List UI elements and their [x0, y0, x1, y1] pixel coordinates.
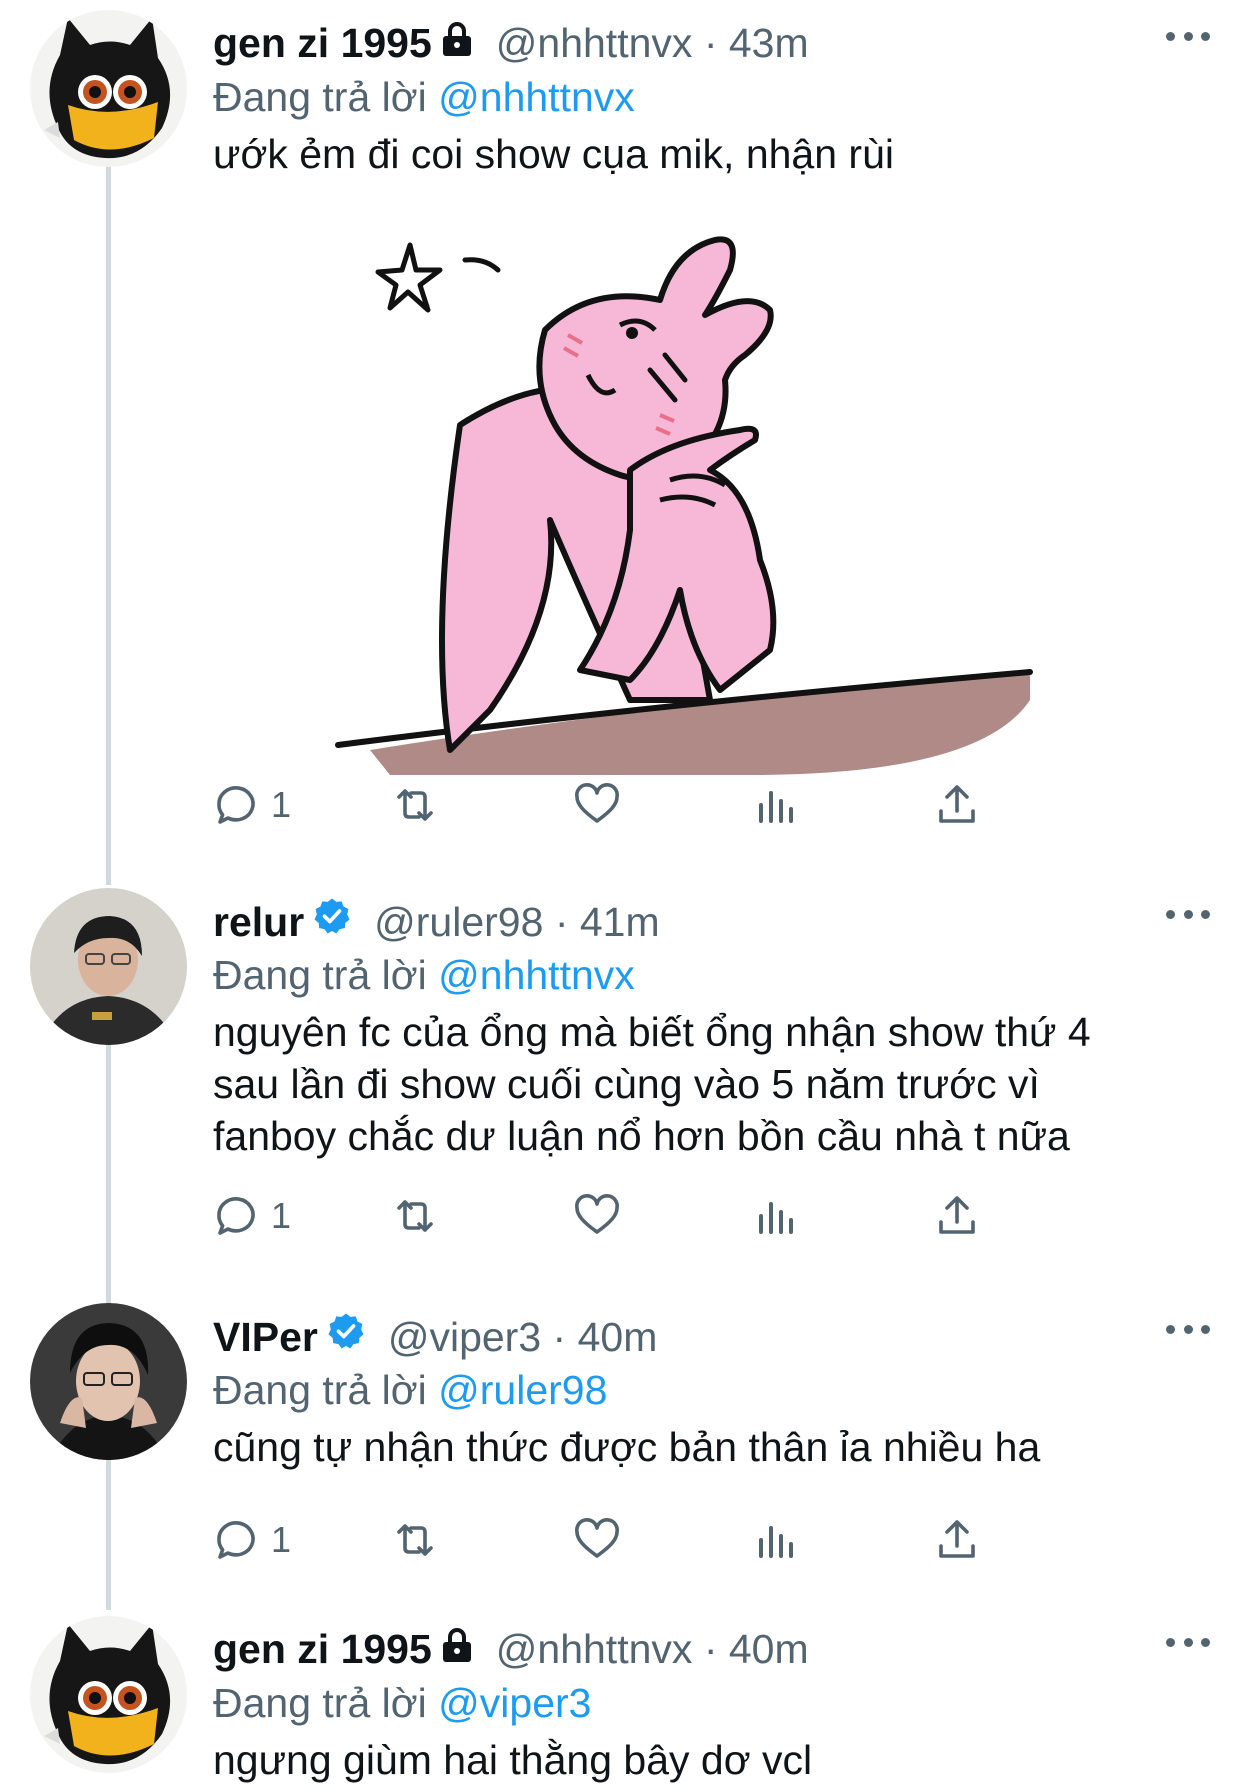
reply-button[interactable]: 1	[213, 780, 291, 830]
replying-prefix: Đang trả lời	[213, 74, 427, 120]
handle-time: @nhhttnvx · 40m	[496, 1624, 809, 1674]
share-icon	[939, 1520, 975, 1558]
like-icon	[575, 1518, 619, 1558]
share-button[interactable]	[933, 1191, 981, 1241]
display-name[interactable]: gen zi 1995	[213, 1624, 432, 1674]
replying-prefix: Đang trả lời	[213, 1367, 427, 1413]
reply-count: 1	[271, 1195, 292, 1236]
avatar[interactable]	[30, 10, 187, 167]
tweet-header: VIPer @viper3 · 40m	[213, 1311, 657, 1362]
tweet-text: cũng tự nhận thức được bản thân ỉa nhiều…	[213, 1424, 1041, 1470]
tweet[interactable]: VIPer @viper3 · 40m Đang trả lời @ruler9…	[0, 1303, 1242, 1593]
handle[interactable]: @nhhttnvx	[496, 1626, 693, 1672]
retweet-button[interactable]	[391, 1191, 439, 1241]
tweet-header: gen zi 1995 @nhhttnvx · 40m	[213, 1624, 809, 1674]
tweet-text-line: sau lần đi show cuối cùng vào 5 năm trướ…	[213, 1061, 1040, 1107]
replying-to: Đang trả lời @viper3	[213, 1678, 591, 1728]
tweet-text-line: fanboy chắc dư luận nổ hơn bồn cầu nhà t…	[213, 1113, 1070, 1159]
analytics-icon	[759, 1202, 793, 1234]
handle[interactable]: @viper3	[388, 1314, 541, 1360]
verified-icon	[326, 1311, 366, 1362]
more-options-icon[interactable]	[1166, 1315, 1210, 1343]
retweet-icon	[397, 1524, 433, 1556]
retweet-icon	[397, 789, 433, 821]
like-button[interactable]	[573, 1515, 621, 1565]
mention-link[interactable]: @nhhttnvx	[438, 74, 635, 120]
separator: ·	[552, 1313, 567, 1360]
reply-count: 1	[271, 1519, 292, 1560]
like-button[interactable]	[573, 780, 621, 830]
replying-to: Đang trả lời @nhhttnvx	[213, 72, 635, 122]
display-name[interactable]: gen zi 1995	[213, 18, 432, 68]
verified-icon	[312, 896, 352, 947]
like-icon	[575, 1194, 619, 1234]
analytics-button[interactable]	[753, 780, 801, 830]
share-button[interactable]	[933, 780, 981, 830]
timestamp[interactable]: 40m	[729, 1626, 809, 1672]
reply-button[interactable]: 1	[213, 1515, 291, 1565]
timestamp[interactable]: 40m	[578, 1314, 658, 1360]
tweet[interactable]: gen zi 1995 @nhhttnvx · 43m Đang trả lời…	[0, 10, 1242, 850]
lock-icon	[440, 18, 474, 68]
analytics-icon	[759, 1526, 793, 1558]
avatar[interactable]	[30, 1616, 187, 1773]
display-name[interactable]: VIPer	[213, 1312, 318, 1362]
mention-link[interactable]: @nhhttnvx	[438, 952, 635, 998]
tweet-actions: 1	[213, 1191, 1093, 1241]
timestamp[interactable]: 41m	[580, 899, 660, 945]
avatar[interactable]	[30, 888, 187, 1045]
reply-button[interactable]: 1	[213, 1191, 291, 1241]
handle-time: @viper3 · 40m	[388, 1312, 658, 1362]
share-icon	[939, 785, 975, 823]
display-name[interactable]: relur	[213, 897, 304, 947]
mention-link[interactable]: @viper3	[438, 1680, 591, 1726]
separator: ·	[554, 898, 569, 945]
analytics-button[interactable]	[753, 1515, 801, 1565]
reply-icon	[217, 1197, 255, 1235]
share-button[interactable]	[933, 1515, 981, 1565]
tweet-text: ướk ẻm đi coi show cụa mik, nhận rùi	[213, 131, 894, 177]
handle-time: @nhhttnvx · 43m	[496, 18, 809, 68]
more-options-icon[interactable]	[1166, 900, 1210, 928]
analytics-button[interactable]	[753, 1191, 801, 1241]
reply-icon	[217, 1521, 255, 1559]
tweet-actions: 1	[213, 1515, 1093, 1565]
handle[interactable]: @ruler98	[374, 899, 543, 945]
handle-time: @ruler98 · 41m	[374, 897, 659, 947]
reply-count: 1	[271, 784, 292, 825]
tweet-actions: 1	[213, 780, 1093, 830]
replying-to: Đang trả lời @nhhttnvx	[213, 950, 635, 1000]
timestamp[interactable]: 43m	[729, 20, 809, 66]
handle[interactable]: @nhhttnvx	[496, 20, 693, 66]
replying-prefix: Đang trả lời	[213, 1680, 427, 1726]
separator: ·	[703, 20, 718, 66]
tweet-header: relur @ruler98 · 41m	[213, 896, 660, 947]
tweet[interactable]: relur @ruler98 · 41m Đang trả lời @nhhtt…	[0, 888, 1242, 1268]
tweet[interactable]: gen zi 1995 @nhhttnvx · 40m Đang trả lời…	[0, 1616, 1242, 1789]
reply-icon	[217, 786, 255, 824]
tweet-text: nguyên fc của ổng mà biết ổng nhận show …	[213, 1006, 1091, 1162]
more-options-icon[interactable]	[1166, 1628, 1210, 1656]
mention-link[interactable]: @ruler98	[438, 1367, 607, 1413]
tweet-text: ngưng giùm hai thằng bây dơ vcl	[213, 1737, 813, 1783]
like-button[interactable]	[573, 1191, 621, 1241]
lock-icon	[440, 1624, 474, 1674]
share-icon	[939, 1196, 975, 1234]
analytics-icon	[759, 791, 793, 823]
separator: ·	[703, 1626, 718, 1672]
avatar[interactable]	[30, 1303, 187, 1460]
tweet-header: gen zi 1995 @nhhttnvx · 43m	[213, 18, 809, 68]
more-options-icon[interactable]	[1166, 22, 1210, 50]
pink-bunny-sticker[interactable]	[330, 230, 1050, 775]
retweet-button[interactable]	[391, 1515, 439, 1565]
retweet-icon	[397, 1200, 433, 1232]
replying-to: Đang trả lời @ruler98	[213, 1365, 607, 1415]
tweet-text-line: nguyên fc của ổng mà biết ổng nhận show …	[213, 1009, 1091, 1055]
like-icon	[575, 783, 619, 823]
retweet-button[interactable]	[391, 780, 439, 830]
replying-prefix: Đang trả lời	[213, 952, 427, 998]
